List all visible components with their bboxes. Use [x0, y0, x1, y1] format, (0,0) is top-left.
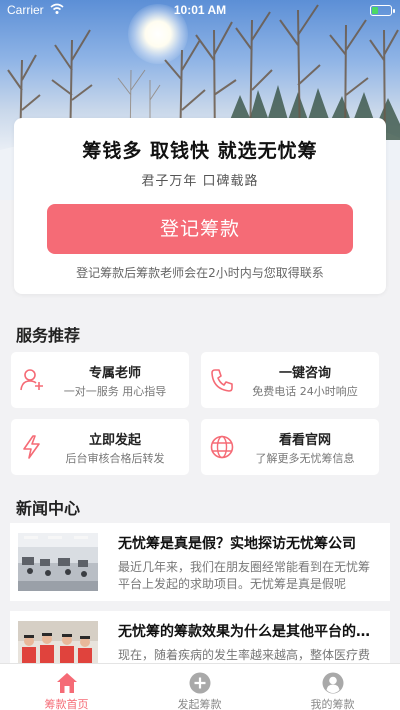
service-subtitle: 后台审核合格后转发: [65, 452, 165, 465]
services-section-title: 服务推荐: [16, 326, 81, 345]
service-title: 看看官网: [278, 433, 331, 448]
promo-card: 筹钱多 取钱快 就选无忧筹 君子万年 口碑载路 登记筹款 登记筹款后筹款老师会在…: [14, 118, 386, 294]
promo-note: 登记筹款后筹款老师会在2小时内与您取得联系: [76, 266, 324, 280]
service-subtitle: 了解更多无忧筹信息: [255, 452, 355, 465]
service-title: 专属老师: [88, 366, 141, 381]
service-card-start-now[interactable]: 立即发起 后台审核合格后转发: [11, 419, 189, 475]
news-title: 无忧筹的筹款效果为什么是其他平台的几倍: [118, 624, 376, 640]
service-card-consult[interactable]: 一键咨询 免费电话 24小时响应: [201, 352, 379, 408]
service-subtitle: 免费电话 24小时响应: [252, 385, 358, 398]
register-fundraising-button[interactable]: 登记筹款: [47, 204, 353, 254]
tab-label: 我的筹款: [310, 698, 355, 710]
service-title: 立即发起: [88, 433, 141, 448]
home-icon: [57, 673, 77, 693]
battery-icon: [370, 5, 395, 16]
lightning-icon: [23, 435, 40, 459]
promo-subtitle: 君子万年 口碑载路: [141, 174, 259, 189]
user-add-icon: [20, 369, 43, 391]
news-title: 无忧筹是真是假？实地探访无忧筹公司: [118, 536, 356, 552]
service-card-official-site[interactable]: 看看官网 了解更多无忧筹信息: [201, 419, 379, 475]
news-thumbnail-office: [18, 533, 98, 591]
globe-icon: [210, 435, 234, 459]
tab-home[interactable]: 筹款首页: [0, 664, 133, 710]
tab-my-fundraising[interactable]: 我的筹款: [266, 664, 399, 710]
tab-bar: 筹款首页 发起筹款 我的筹款: [0, 663, 400, 710]
news-item[interactable]: 无忧筹是真是假？实地探访无忧筹公司 最近几年来，我们在朋友圈经常能看到在无忧筹平…: [10, 523, 390, 601]
service-card-exclusive-teacher[interactable]: 专属老师 一对一服务 用心指导: [11, 352, 189, 408]
tab-label: 筹款首页: [44, 698, 89, 710]
promo-title: 筹钱多 取钱快 就选无忧筹: [82, 140, 318, 162]
news-excerpt: 最近几年来，我们在朋友圈经常能看到在无忧筹平台上发起的求助项目。无忧筹是真是假呢: [118, 560, 371, 591]
plus-circle-icon: [189, 672, 211, 694]
news-section-title: 新闻中心: [16, 499, 81, 518]
user-avatar-icon: [322, 672, 344, 694]
tab-label: 发起筹款: [177, 698, 222, 710]
phone-icon: [211, 369, 233, 392]
clock: 10:01 AM: [173, 3, 227, 17]
tab-start-fundraising[interactable]: 发起筹款: [133, 664, 266, 710]
service-title: 一键咨询: [278, 366, 331, 381]
status-bar: Carrier 10:01 AM: [0, 0, 400, 22]
service-subtitle: 一对一服务 用心指导: [63, 385, 167, 398]
